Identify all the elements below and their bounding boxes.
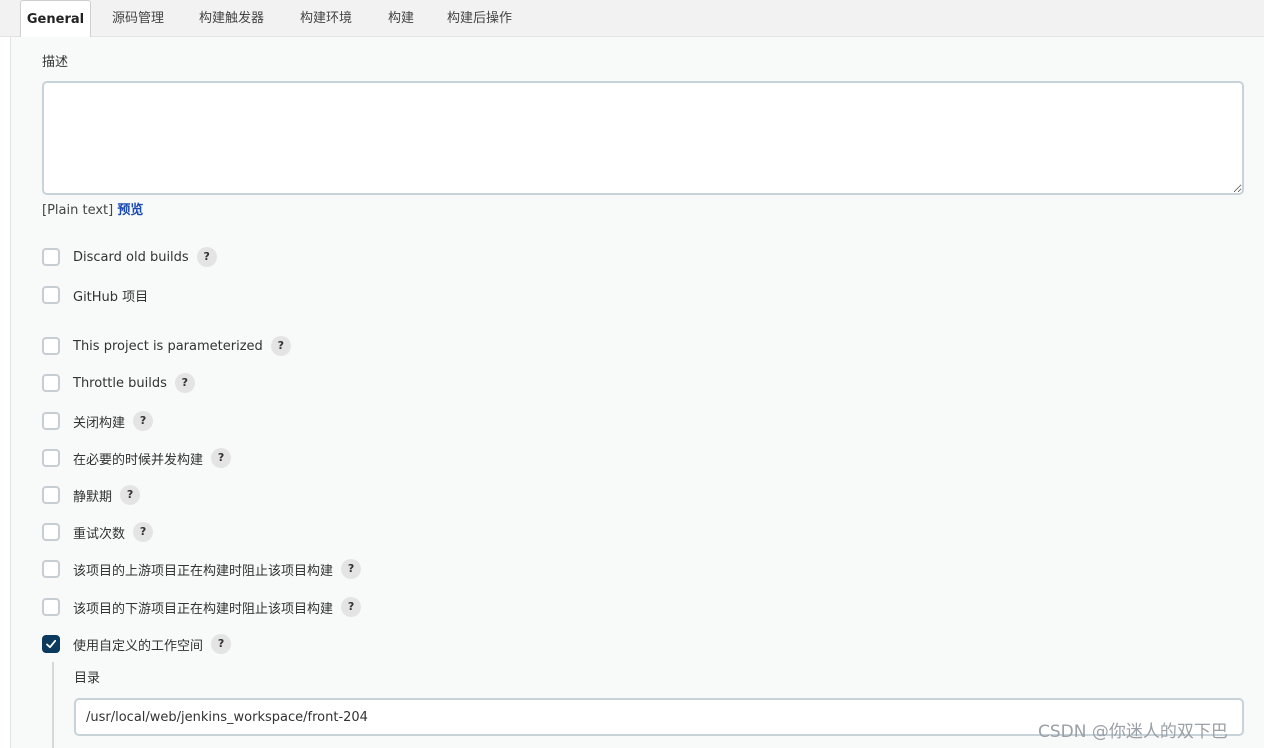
option-throttle-builds[interactable]: Throttle builds ? <box>42 372 195 394</box>
option-label: 该项目的上游项目正在构建时阻止该项目构建 <box>73 563 334 579</box>
tab-build-triggers[interactable]: 构建触发器 <box>199 0 264 37</box>
tab-post-build-actions[interactable]: 构建后操作 <box>447 0 512 37</box>
checkbox[interactable] <box>42 286 60 304</box>
checkbox[interactable] <box>42 337 60 355</box>
config-tab-bar: General 源码管理 构建触发器 构建环境 构建 构建后操作 <box>0 0 1264 37</box>
option-retry-count[interactable]: 重试次数 ? <box>42 521 154 543</box>
preview-link[interactable]: 预览 <box>117 203 143 218</box>
help-icon[interactable]: ? <box>120 485 141 505</box>
tab-build-environment[interactable]: 构建环境 <box>300 0 352 37</box>
directory-label: 目录 <box>74 671 101 686</box>
option-label: Discard old builds <box>73 249 189 265</box>
help-icon[interactable]: ? <box>341 559 362 579</box>
option-custom-workspace[interactable]: 使用自定义的工作空间 ? <box>42 633 232 655</box>
help-icon[interactable]: ? <box>196 247 217 267</box>
checkbox[interactable] <box>42 560 60 578</box>
option-label: GitHub 项目 <box>73 289 149 305</box>
nested-indent-line <box>52 662 54 748</box>
checkbox[interactable] <box>42 523 60 541</box>
description-textarea[interactable] <box>42 81 1244 195</box>
checkbox[interactable] <box>42 486 60 504</box>
description-format-row: [Plain text] 预览 <box>42 199 143 218</box>
option-block-downstream[interactable]: 该项目的下游项目正在构建时阻止该项目构建 ? <box>42 596 362 618</box>
help-icon[interactable]: ? <box>133 411 154 431</box>
option-concurrent-builds[interactable]: 在必要的时候并发构建 ? <box>42 447 232 469</box>
option-discard-old-builds[interactable]: Discard old builds ? <box>42 246 217 268</box>
option-label: 静默期 <box>73 489 113 505</box>
option-label: 在必要的时候并发构建 <box>73 452 204 468</box>
option-label: 使用自定义的工作空间 <box>73 638 204 654</box>
tab-general[interactable]: General <box>20 0 91 37</box>
checkbox-checked[interactable] <box>42 635 60 653</box>
option-label: 关闭构建 <box>73 415 126 431</box>
option-parameterized[interactable]: This project is parameterized ? <box>42 335 291 357</box>
plain-text-label: [Plain text] <box>42 203 114 218</box>
tab-build[interactable]: 构建 <box>388 0 414 37</box>
help-icon[interactable]: ? <box>211 634 232 654</box>
checkbox[interactable] <box>42 374 60 392</box>
option-label: This project is parameterized <box>73 338 263 354</box>
watermark: CSDN @你迷人的双下巴 <box>1038 722 1228 742</box>
checkbox[interactable] <box>42 412 60 430</box>
option-label: Throttle builds <box>73 375 167 391</box>
tab-source-code-management[interactable]: 源码管理 <box>112 0 164 37</box>
checkmark-icon <box>46 639 57 649</box>
help-icon[interactable]: ? <box>174 373 195 393</box>
help-icon[interactable]: ? <box>211 448 232 468</box>
option-github-project[interactable]: GitHub 项目 <box>42 284 148 306</box>
help-icon[interactable]: ? <box>133 522 154 542</box>
help-icon[interactable]: ? <box>270 336 291 356</box>
option-label: 该项目的下游项目正在构建时阻止该项目构建 <box>73 601 334 617</box>
checkbox[interactable] <box>42 248 60 266</box>
option-disable-build[interactable]: 关闭构建 ? <box>42 410 154 432</box>
option-quiet-period[interactable]: 静默期 ? <box>42 484 141 506</box>
description-label: 描述 <box>42 55 69 70</box>
checkbox[interactable] <box>42 598 60 616</box>
option-block-upstream[interactable]: 该项目的上游项目正在构建时阻止该项目构建 ? <box>42 558 362 580</box>
help-icon[interactable]: ? <box>341 597 362 617</box>
checkbox[interactable] <box>42 449 60 467</box>
option-label: 重试次数 <box>73 526 126 542</box>
